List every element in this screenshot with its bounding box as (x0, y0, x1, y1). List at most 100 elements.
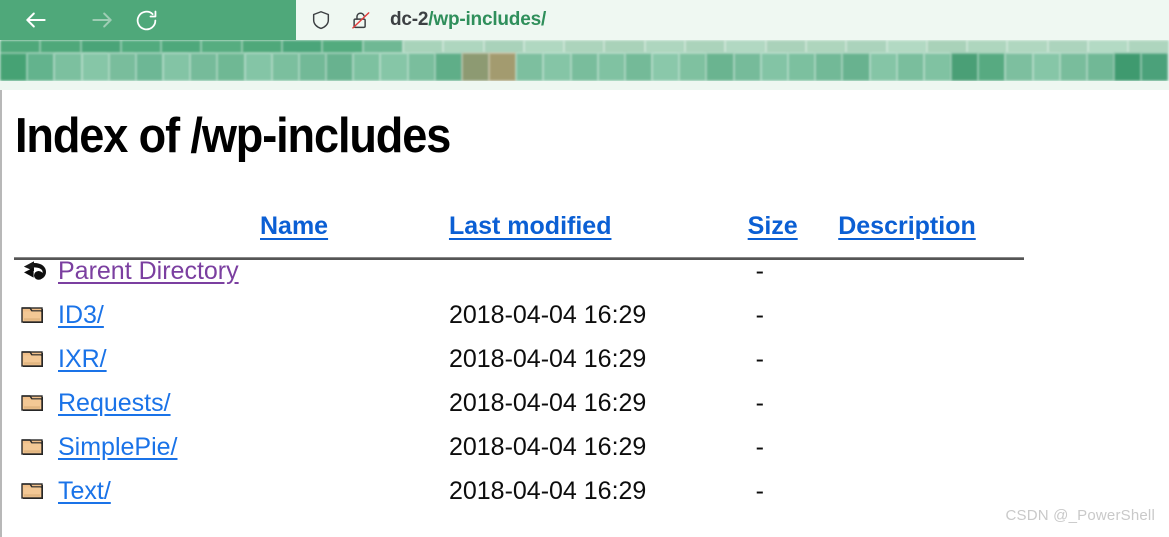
table-row: SimplePie/2018-04-04 16:29 - (14, 425, 1024, 469)
blurred-band-cell (298, 53, 327, 81)
table-row: Requests/2018-04-04 16:29 - (14, 381, 1024, 425)
row-name-cell: IXR/ (58, 337, 413, 381)
blurred-band-cell (0, 53, 28, 81)
blurred-band-cell (923, 53, 952, 81)
blurred-bookmark-bar (0, 40, 1169, 90)
row-description-cell (822, 293, 1024, 337)
blurred-band-cell (1032, 53, 1060, 81)
row-size-cell: - (755, 432, 764, 461)
address-bar[interactable]: dc-2/wp-includes/ (296, 0, 1169, 40)
blurred-band-cell (244, 53, 272, 81)
url-host: dc-2 (390, 9, 429, 30)
row-size-cell: - (755, 388, 764, 417)
row-description-cell (822, 425, 1024, 469)
folder-icon (20, 348, 48, 372)
arrow-left-icon (23, 7, 49, 33)
folder-icon (20, 392, 48, 416)
blurred-band-cell (362, 40, 403, 53)
row-size-cell: - (755, 256, 764, 285)
blurred-band-cell (163, 53, 191, 81)
blurred-band-cell (108, 53, 136, 81)
row-last-modified-cell: 2018-04-04 16:29 (448, 300, 647, 329)
blurred-band-cell (161, 40, 202, 53)
file-link[interactable]: ID3/ (58, 301, 104, 329)
blurred-band-cell (282, 40, 323, 53)
blurred-band-cell (271, 53, 299, 81)
column-header-description[interactable]: Description (822, 203, 1024, 249)
file-link[interactable]: Parent Directory (58, 257, 239, 285)
row-last-modified-cell: 2018-04-04 16:29 (448, 476, 647, 505)
row-size-cell: - (755, 300, 764, 329)
column-header-last-modified[interactable]: Last modified (413, 203, 720, 249)
blurred-band-cell (190, 53, 218, 81)
row-name-cell: ID3/ (58, 293, 413, 337)
page-title: Index of /wp-includes (15, 109, 451, 163)
file-link[interactable]: Requests/ (58, 389, 171, 417)
browser-toolbar: dc-2/wp-includes/ (0, 0, 1169, 40)
blurred-band-cell (326, 53, 354, 81)
column-header-size[interactable]: Size (720, 203, 823, 249)
blurred-band-cell (241, 40, 283, 53)
row-icon-cell (14, 469, 58, 513)
forward-button[interactable] (78, 0, 126, 40)
table-row: ID3/2018-04-04 16:29 - (14, 293, 1024, 337)
blurred-band-cell (896, 53, 924, 81)
blurred-band-cell (443, 40, 484, 53)
blurred-band-cell (1141, 53, 1169, 81)
blurred-band-cell (489, 53, 517, 81)
blurred-band-cell (765, 40, 806, 53)
row-icon-cell (14, 293, 58, 337)
table-header: Name Last modified Size Description (14, 203, 1024, 249)
blurred-band-cell (570, 53, 598, 81)
blurred-band-cell (1007, 40, 1048, 53)
reload-button[interactable] (122, 0, 170, 40)
blurred-band-cell (322, 40, 363, 53)
broken-lock-icon[interactable] (350, 9, 372, 31)
blurred-band-cell (523, 40, 565, 53)
column-header-name[interactable]: Name (14, 203, 413, 249)
blurred-band-cell (1114, 53, 1142, 81)
back-button[interactable] (12, 0, 60, 40)
blurred-band-cell (564, 40, 605, 53)
blurred-band-cell (725, 40, 766, 53)
blurred-band-cell (644, 40, 686, 53)
blurred-band-cell (353, 53, 381, 81)
url-text[interactable]: dc-2/wp-includes/ (390, 9, 546, 31)
blurred-band-cell (597, 53, 625, 81)
url-path: /wp-includes/ (428, 9, 547, 30)
page-content: Index of /wp-includes Name Last modified… (0, 90, 1169, 537)
row-last-modified-cell: 2018-04-04 16:29 (448, 432, 647, 461)
blurred-band-cell (380, 53, 408, 81)
row-name-cell: Requests/ (58, 381, 413, 425)
row-icon-cell (14, 337, 58, 381)
blurred-band-cell (679, 53, 707, 81)
row-name-cell: SimplePie/ (58, 425, 413, 469)
blurred-band-cell (1088, 40, 1129, 53)
row-size-cell: - (755, 344, 764, 373)
blurred-band-top-row (0, 40, 1169, 53)
blurred-band-cell (1086, 53, 1115, 81)
file-link[interactable]: IXR/ (58, 345, 107, 373)
blurred-band-cell (869, 53, 897, 81)
file-link[interactable]: Text/ (58, 477, 111, 505)
folder-icon (20, 304, 48, 328)
blurred-band-cell (40, 40, 81, 53)
blurred-band-cell (1128, 40, 1169, 53)
blurred-band-cell (1059, 53, 1087, 81)
blurred-band-cell (842, 53, 870, 81)
shield-icon[interactable] (310, 9, 332, 31)
blurred-band-cell (951, 53, 979, 81)
blurred-band-cell (434, 53, 462, 81)
blurred-band-cell (1047, 40, 1089, 53)
reload-icon (134, 8, 159, 33)
blurred-band-cell (81, 53, 109, 81)
watermark: CSDN @_PowerShell (1005, 507, 1155, 524)
table-row: Parent Directory - (14, 249, 1024, 293)
folder-icon (20, 436, 48, 460)
row-description-cell (822, 337, 1024, 381)
table-row: Text/2018-04-04 16:29 - (14, 469, 1024, 513)
row-description-cell (822, 381, 1024, 425)
file-link[interactable]: SimplePie/ (58, 433, 178, 461)
row-icon-cell (14, 249, 58, 293)
blurred-band-cell (27, 53, 55, 81)
